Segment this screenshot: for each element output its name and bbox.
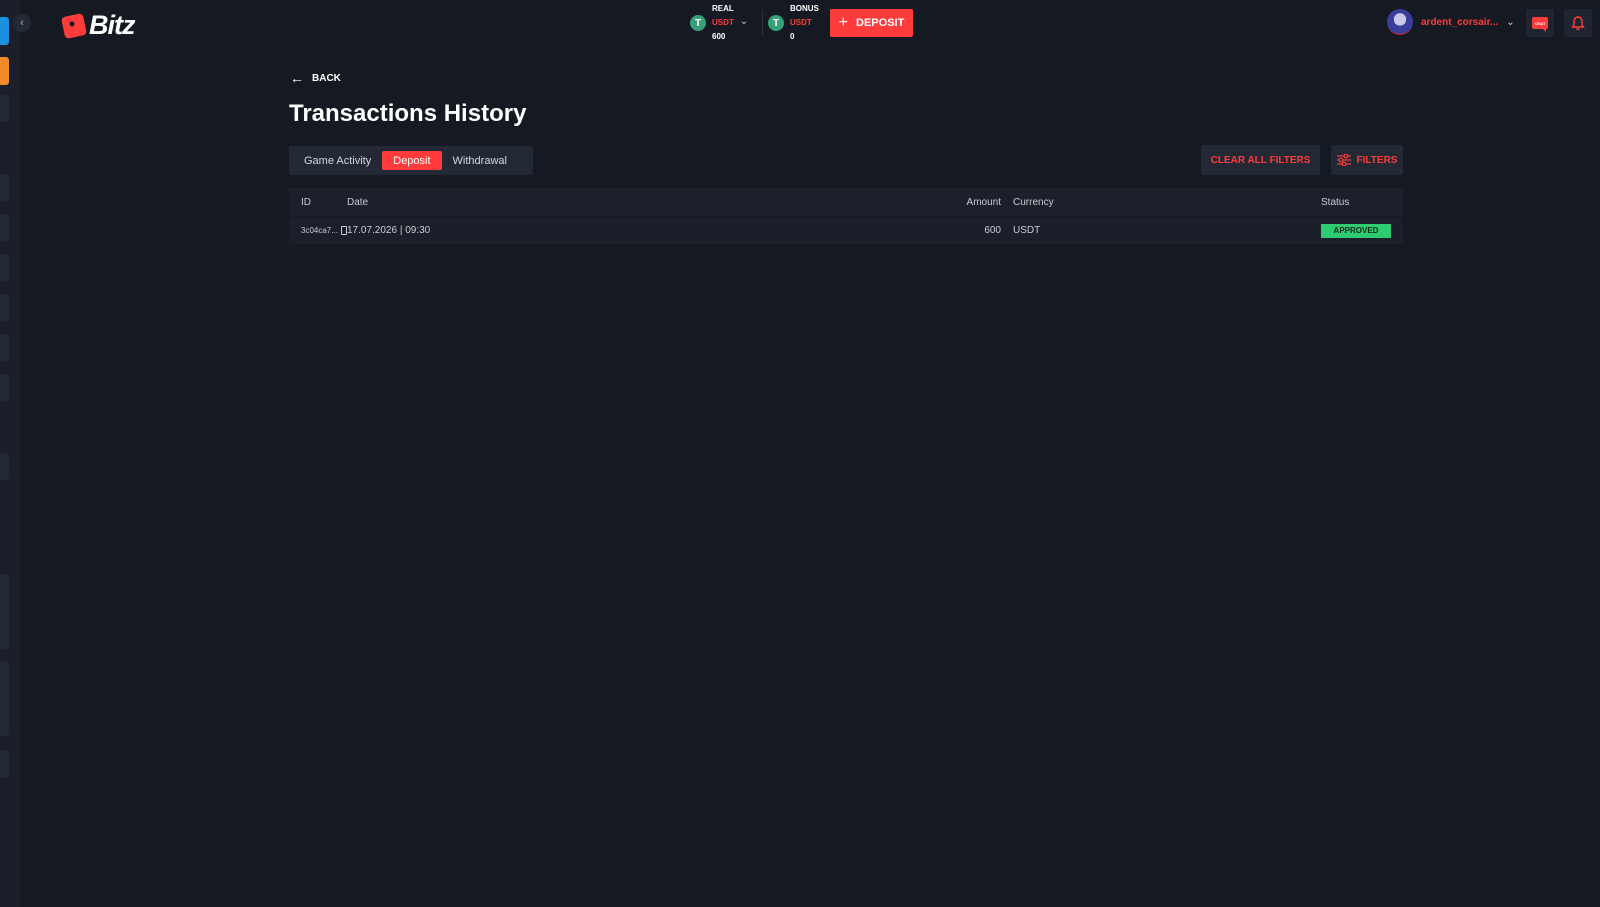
cell-id: 3c04ca7... [289, 226, 347, 235]
chevron-down-icon: ⌄ [1506, 16, 1515, 28]
username: ardent_corsair... [1421, 16, 1499, 28]
column-header-status: Status [1321, 196, 1350, 208]
page-title: Transactions History [289, 100, 527, 127]
tab-deposit[interactable]: Deposit [382, 151, 442, 170]
notifications-button[interactable] [1564, 9, 1592, 37]
tether-coin-icon: T [690, 15, 706, 31]
rail-tab[interactable] [0, 661, 9, 736]
rail-tab[interactable] [0, 374, 9, 401]
chevron-left-icon: ‹ [20, 17, 24, 29]
tab-withdrawal[interactable]: Withdrawal [442, 151, 518, 170]
transaction-id: 3c04ca7... [301, 226, 338, 235]
wallet-bonus[interactable]: T BONUS USDT 0 [768, 2, 819, 44]
back-label: BACK [312, 72, 341, 84]
rail-tab[interactable] [0, 294, 9, 321]
cell-status: APPROVED [1321, 223, 1403, 238]
column-header-date: Date [347, 196, 369, 208]
status-badge: APPROVED [1321, 223, 1391, 238]
transaction-type-tabs: Game Activity Deposit Withdrawal [289, 146, 533, 175]
cell-amount: 600 [984, 225, 1001, 236]
rail-tab[interactable] [0, 95, 9, 122]
wallet-currency: USDT [790, 18, 812, 27]
tether-coin-icon: T [768, 15, 784, 31]
wallet-real[interactable]: T REAL USDT 600 ⌄ [690, 2, 748, 44]
rail-tab[interactable] [0, 254, 9, 281]
deposit-button-label: DEPOSIT [856, 17, 905, 29]
chat-button[interactable]: CHAT [1526, 9, 1554, 37]
rail-tab[interactable] [0, 574, 9, 649]
rail-tab-blue[interactable] [0, 17, 9, 45]
bell-icon [1571, 15, 1585, 30]
column-header-amount: Amount [966, 196, 1001, 208]
filters-button[interactable]: FILTERS [1331, 145, 1403, 175]
user-menu[interactable]: ardent_corsair... ⌄ [1387, 9, 1515, 35]
rail-tab-orange[interactable] [0, 57, 9, 85]
column-header-id: ID [301, 196, 311, 208]
chat-icon-label: CHAT [1534, 20, 1546, 26]
cell-currency: USDT [1013, 225, 1041, 236]
clear-all-filters-button[interactable]: CLEAR ALL FILTERS [1201, 145, 1320, 175]
avatar [1387, 9, 1413, 35]
arrow-left-icon: ← [290, 70, 304, 86]
plus-icon: + [838, 14, 849, 31]
back-link[interactable]: ← BACK [290, 70, 341, 86]
tab-game-activity[interactable]: Game Activity [293, 151, 382, 170]
rail-tab[interactable] [0, 453, 9, 480]
sliders-icon [1336, 154, 1351, 166]
wallet-label: REAL [712, 4, 734, 13]
logo-mark-icon [60, 12, 88, 39]
divider [762, 10, 763, 36]
left-rail [0, 0, 20, 907]
wallet-amount: 0 [790, 32, 795, 41]
rail-tab[interactable] [0, 174, 9, 201]
filters-label: FILTERS [1356, 154, 1398, 166]
chat-icon: CHAT [1532, 17, 1548, 32]
sidebar-collapse-button[interactable]: ‹ [13, 14, 31, 32]
table-header: ID Date Amount Currency Status [289, 188, 1403, 216]
logo[interactable]: Bitz [60, 10, 135, 41]
chevron-down-icon[interactable]: ⌄ [740, 16, 748, 27]
wallet-currency: USDT [712, 18, 734, 27]
cell-date: 17.07.2026 | 09:30 [347, 225, 431, 236]
wallet-amount: 600 [712, 32, 726, 41]
table-row: 3c04ca7... 17.07.2026 | 09:30 600 USDT A… [289, 216, 1403, 244]
deposit-button[interactable]: + DEPOSIT [830, 9, 913, 37]
logo-text: Bitz [89, 10, 135, 40]
column-header-currency: Currency [1013, 196, 1054, 208]
wallet-label: BONUS [790, 4, 819, 13]
transactions-table: ID Date Amount Currency Status 3c04ca7..… [289, 188, 1403, 244]
rail-tab[interactable] [0, 214, 9, 241]
rail-tab[interactable] [0, 750, 9, 778]
rail-tab[interactable] [0, 334, 9, 361]
